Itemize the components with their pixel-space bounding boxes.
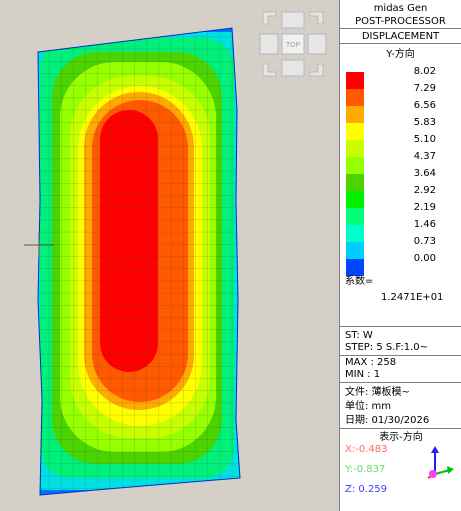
view-cube-bottom-arrow[interactable] [281,59,305,77]
scale-value: 8.02 [413,66,436,77]
view-direction-x: X:-0.483 [345,444,388,455]
corner-ne-arrow-icon[interactable] [309,11,324,25]
view-direction-z: Z: 0.259 [345,484,388,495]
view-cube-right-arrow[interactable] [307,33,327,55]
view-cube-left-arrow[interactable] [259,33,279,55]
min-node: MIN : 1 [345,369,381,380]
view-navigation-cube[interactable]: TOP [258,10,328,78]
program-name: midas Gen [373,3,428,14]
step-type: ST: W [345,330,373,341]
corner-nw-arrow-icon[interactable] [262,11,277,25]
corner-se-arrow-icon[interactable] [309,63,324,77]
model-viewport[interactable]: TOP [0,0,339,511]
scale-value: 5.83 [413,117,436,128]
scale-swatch [346,259,364,276]
direction-title: 表示-方向 [379,432,423,443]
scale-value: 0.00 [413,253,436,264]
axis-triad-icon [427,446,454,479]
scale-swatch [346,225,364,242]
scale-value: 2.19 [413,202,436,213]
scale-swatch [346,242,364,259]
scale-swatch [346,89,364,106]
scale-swatch [346,157,364,174]
unit-label: 单位: mm [345,401,392,412]
midas-post-processor-window: TOP midas Gen POST-PROCESSOR DISPLACEMEN… [0,0,461,511]
scale-swatch [346,174,364,191]
component-label: Y-方向 [386,49,415,60]
file-name: 文件: 薄板模~ [345,387,410,398]
mode-label: POST-PROCESSOR [355,16,446,27]
result-legend-panel: midas Gen POST-PROCESSOR DISPLACEMENT Y-… [339,0,461,511]
scale-value: 1.46 [413,219,436,230]
scale-swatch [346,123,364,140]
factor-label: 系数= [345,276,374,287]
mesh-grid [38,28,240,495]
max-node: MAX : 258 [345,357,397,368]
step-info: STEP: 5 S.F:1.0~ [345,342,429,353]
view-direction-y: Y:-0.837 [345,464,386,475]
scale-value: 6.56 [413,100,436,111]
scale-swatch [346,140,364,157]
scale-value: 3.64 [413,168,436,179]
scale-value: 7.29 [413,83,436,94]
scale-value: 2.92 [413,185,436,196]
view-cube-top-arrow[interactable] [281,11,305,29]
scale-value: 0.73 [413,236,436,247]
scale-swatch [346,208,364,225]
scale-swatch [346,72,364,89]
contour-color-scale: 8.02 7.29 6.56 5.83 5.10 4.37 3.64 2.92 … [340,66,461,276]
view-cube-top-label: TOP [286,42,301,49]
scale-swatch [346,106,364,123]
scale-value: 4.37 [413,151,436,162]
scale-value: 5.10 [413,134,436,145]
corner-sw-arrow-icon[interactable] [262,63,277,77]
date-label: 日期: 01/30/2026 [345,415,430,426]
result-type: DISPLACEMENT [361,31,440,42]
scale-swatch [346,191,364,208]
factor-value: 1.2471E+01 [381,292,444,303]
